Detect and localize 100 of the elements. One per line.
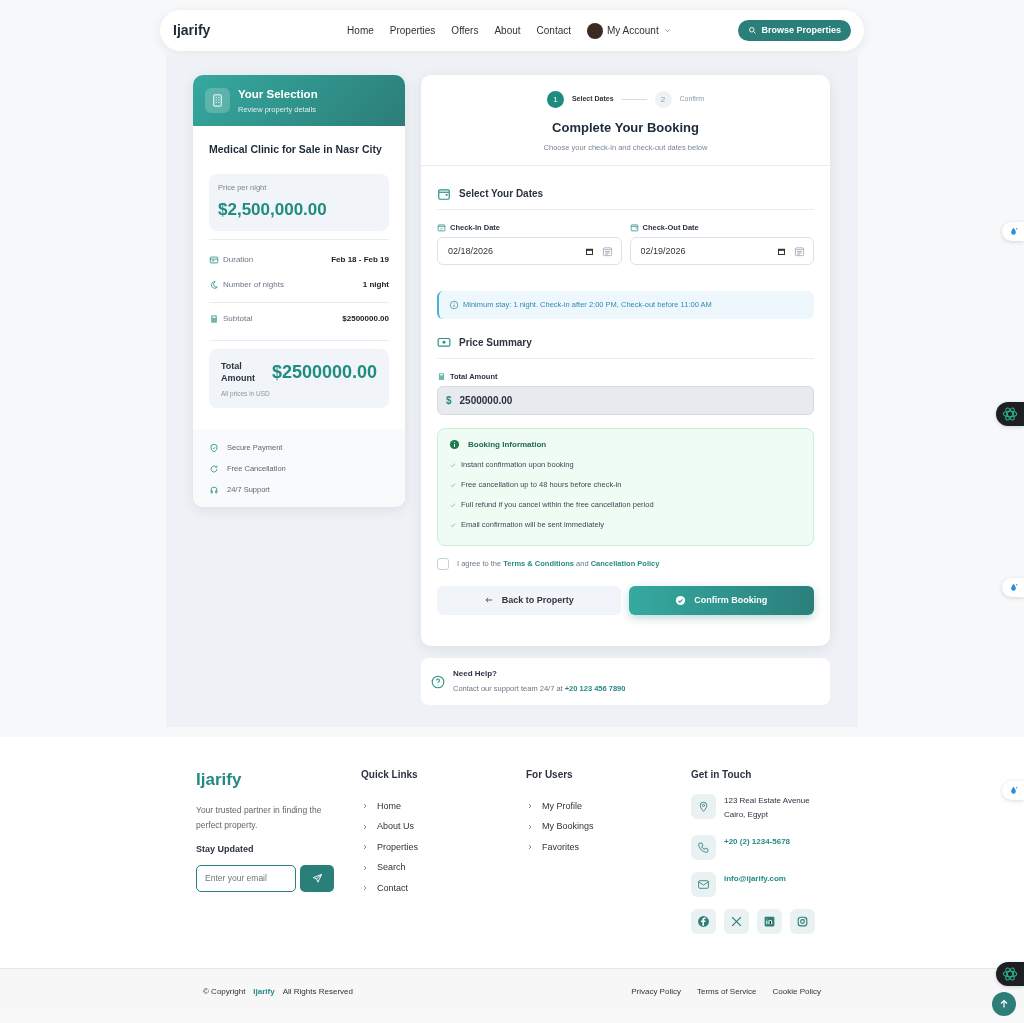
nav-link[interactable]: Properties — [389, 23, 436, 38]
step-number: 2 — [654, 91, 672, 108]
footer-link[interactable]: Favorites — [542, 840, 579, 854]
info-icon — [449, 299, 459, 310]
check-icon — [449, 500, 457, 509]
moon-icon — [209, 280, 219, 290]
chevron-icon — [361, 884, 369, 893]
price-value: $2,500,000.00 — [218, 199, 328, 221]
confirm-booking-button[interactable]: Confirm Booking — [628, 585, 814, 615]
nav-link[interactable]: Contact — [536, 23, 571, 38]
atom-icon — [1002, 406, 1018, 422]
total-label: Total Amount — [221, 359, 256, 385]
headset-icon — [209, 484, 219, 495]
social-button[interactable] — [724, 908, 749, 934]
total-value: $2500000.00 — [271, 360, 377, 384]
card-title: Your Selection — [238, 87, 318, 103]
refresh-icon — [209, 463, 219, 474]
detail-label: Number of nights — [223, 279, 284, 291]
legal-link[interactable]: Terms of Service — [696, 985, 757, 998]
step-number: 1 — [546, 91, 564, 108]
back-button[interactable]: Back to Property — [437, 585, 621, 615]
currency-symbol: $ — [446, 393, 452, 408]
agree-checkbox[interactable] — [437, 557, 449, 570]
legal-link[interactable]: Cookie Policy — [772, 985, 821, 998]
detail-value: 1 night — [362, 279, 389, 291]
caret-icon — [662, 26, 672, 35]
chevron-icon — [361, 822, 369, 831]
phone-icon — [697, 840, 710, 854]
arrow-up-icon — [998, 998, 1010, 1010]
booking-title: Complete Your Booking — [551, 119, 700, 137]
total-amount-value: 2500000.00 — [459, 393, 513, 408]
shield-icon — [209, 442, 219, 453]
calendar-icon — [629, 223, 639, 233]
x-logo-icon — [730, 914, 743, 928]
footer-link[interactable]: Search — [377, 861, 406, 875]
date-field[interactable]: 02/18/2026 — [437, 237, 622, 266]
calendar-icon — [601, 245, 613, 257]
check-icon — [449, 460, 457, 469]
search-icon — [748, 26, 758, 35]
copyright-text: © Copyright — [203, 985, 246, 998]
chevron-icon — [361, 843, 369, 852]
phone-link[interactable]: +20 (2) 1234-5678 — [724, 834, 791, 850]
footer-link[interactable]: My Bookings — [542, 820, 594, 834]
legal-link[interactable]: Privacy Policy — [631, 985, 681, 998]
calendar-icon — [777, 246, 786, 256]
date-input[interactable]: 02/19/2026 — [638, 243, 777, 259]
footer-link[interactable]: About Us — [377, 820, 415, 834]
avatar[interactable] — [587, 22, 603, 39]
footer-link[interactable]: Contact — [377, 881, 409, 895]
footer-logo: Ijarify — [196, 769, 243, 791]
email-field[interactable]: Enter your email — [196, 864, 296, 892]
social-button[interactable] — [691, 908, 716, 934]
instagram-icon — [796, 914, 809, 928]
card-icon — [209, 255, 219, 265]
side-widget[interactable] — [996, 402, 1024, 426]
nav-link[interactable]: Offers — [451, 23, 479, 38]
nav-link[interactable]: Home — [347, 23, 374, 38]
date-field[interactable]: 02/19/2026 — [629, 237, 814, 266]
side-widget[interactable] — [996, 962, 1024, 986]
calculator-icon — [209, 314, 219, 324]
calendar-icon — [437, 186, 451, 201]
section-title: Select Your Dates — [459, 187, 544, 201]
footer-tagline: Your trusted partner in finding the perfect property. — [196, 803, 323, 832]
question-icon — [431, 674, 445, 689]
account-menu[interactable]: My Account — [607, 23, 659, 38]
map-pin-icon — [697, 800, 710, 813]
address-line: Cairo, Egypt — [724, 809, 770, 822]
linkedin-icon — [763, 914, 776, 928]
chevron-icon — [361, 802, 369, 811]
social-button[interactable] — [757, 908, 782, 934]
footer-link[interactable]: My Profile — [542, 799, 582, 813]
building-icon — [210, 93, 225, 108]
social-button[interactable] — [790, 908, 815, 934]
send-icon — [311, 872, 323, 884]
footer-heading: Quick Links — [361, 768, 419, 782]
browse-properties-button[interactable]: Browse Properties — [738, 19, 851, 42]
detail-value: $2500000.00 — [342, 313, 389, 325]
nav-link[interactable]: About — [494, 23, 521, 38]
chevron-icon — [526, 822, 534, 831]
email-link[interactable]: info@ijarify.com — [724, 871, 786, 887]
property-name: Medical Clinic for Sale in Nasr City — [209, 142, 383, 157]
footer-link[interactable]: Properties — [377, 840, 419, 854]
envelope-icon — [697, 877, 710, 891]
footer-link[interactable]: Home — [377, 799, 401, 813]
calendar-check-icon — [437, 223, 446, 233]
calendar-icon — [584, 246, 594, 256]
address-line: 123 Real Estate Avenue — [724, 795, 810, 807]
date-input[interactable]: 02/18/2026 — [446, 243, 585, 259]
chevron-icon — [361, 863, 369, 872]
section-title: Price Summary — [459, 335, 532, 350]
brand-logo[interactable]: Ijarify — [173, 20, 211, 41]
subscribe-button[interactable] — [300, 864, 334, 892]
info-icon — [449, 439, 460, 451]
atom-icon — [1002, 966, 1018, 982]
footer-brand-link[interactable]: Ijarify — [253, 985, 275, 998]
check-icon — [449, 480, 457, 489]
info-title: Booking Information — [468, 438, 547, 451]
chevron-icon — [526, 843, 534, 852]
rights-text: All Rights Reserved — [282, 985, 353, 998]
detail-label: Subtotal — [223, 313, 253, 325]
